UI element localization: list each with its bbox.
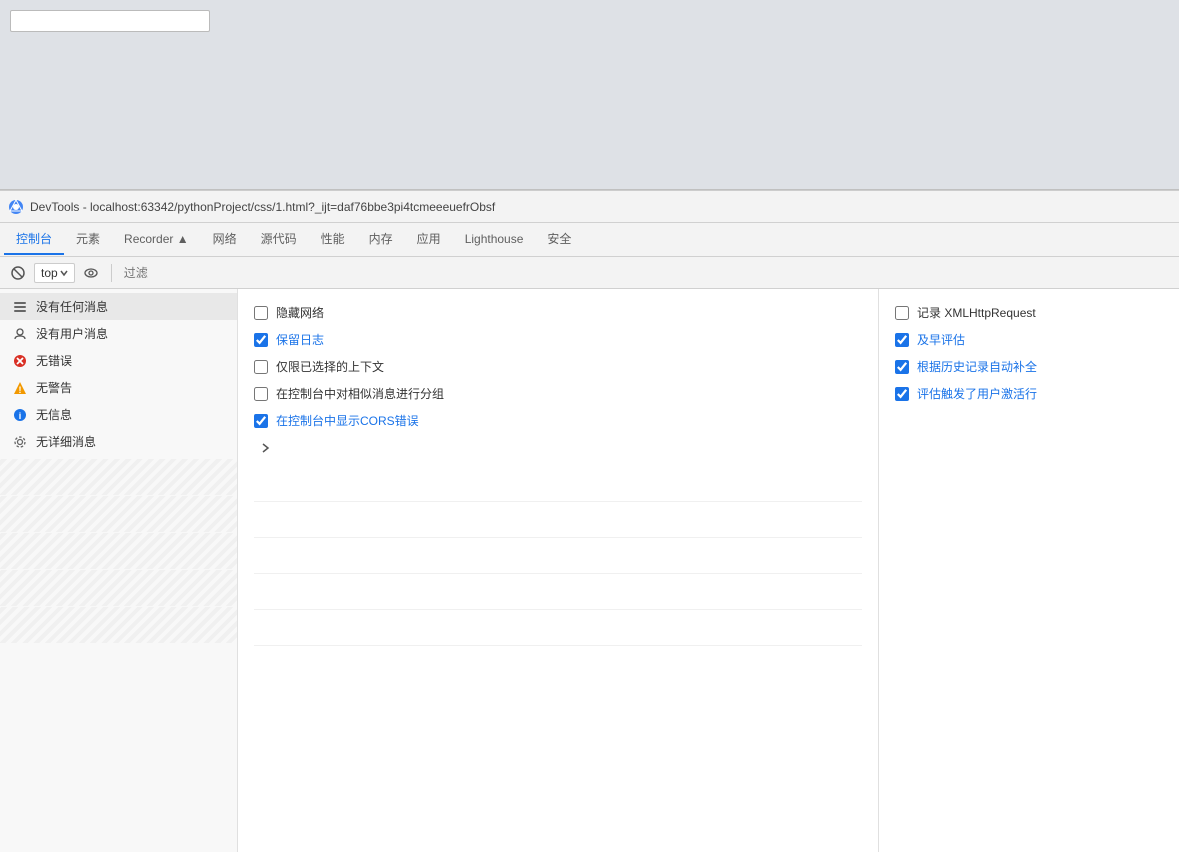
user-message-icon <box>13 327 27 341</box>
console-content: 隐藏网络 保留日志 仅限已选择的上下文 在控制台中对相似消息进行分组 <box>238 289 1179 852</box>
clear-console-button[interactable] <box>6 261 30 285</box>
toolbar-separator <box>111 264 112 282</box>
chevron-down-icon <box>60 269 68 277</box>
expand-button[interactable] <box>256 438 276 458</box>
tab-memory[interactable]: 内存 <box>357 224 405 255</box>
chrome-logo-icon <box>8 199 24 215</box>
ban-icon <box>11 266 25 280</box>
autocomplete-history-checkbox[interactable] <box>895 360 909 374</box>
list-icon <box>12 299 28 315</box>
browser-chrome <box>0 0 1179 190</box>
preserve-log-row: 保留日志 <box>254 326 862 353</box>
info-circle-icon: i <box>13 408 27 422</box>
selected-context-row: 仅限已选择的上下文 <box>254 353 862 380</box>
sidebar-item-warnings[interactable]: ! 无警告 <box>0 374 237 401</box>
sidebar-all-label: 没有任何消息 <box>36 298 108 315</box>
sidebar-item-errors[interactable]: 无错误 <box>0 347 237 374</box>
preserve-log-label: 保留日志 <box>276 331 324 348</box>
sidebar-info-label: 无信息 <box>36 406 72 423</box>
hide-network-row: 隐藏网络 <box>254 299 862 326</box>
preserve-log-checkbox[interactable] <box>254 333 268 347</box>
sidebar-item-verbose[interactable]: 无详细消息 <box>0 428 237 455</box>
devtools-title: DevTools - localhost:63342/pythonProject… <box>30 200 495 214</box>
user-icon <box>12 326 28 342</box>
devtools-tabs: 控制台 元素 Recorder ▲ 网络 源代码 性能 内存 应用 Lighth… <box>0 223 1179 257</box>
user-activation-checkbox[interactable] <box>895 387 909 401</box>
svg-text:!: ! <box>19 385 22 395</box>
chevron-right-icon <box>260 442 272 454</box>
tab-security[interactable]: 安全 <box>535 224 583 255</box>
tab-console[interactable]: 控制台 <box>4 224 64 255</box>
verbose-icon <box>12 434 28 450</box>
sidebar-item-user[interactable]: 没有用户消息 <box>0 320 237 347</box>
tab-elements[interactable]: 元素 <box>64 224 112 255</box>
sidebar-empty <box>0 459 237 643</box>
info-icon: i <box>12 407 28 423</box>
custom-formatters-button[interactable] <box>79 261 103 285</box>
address-bar[interactable] <box>10 10 210 32</box>
gear-icon <box>13 435 27 449</box>
tab-application[interactable]: 应用 <box>405 224 453 255</box>
warning-icon: ! <box>12 380 28 396</box>
eager-eval-row: 及早评估 <box>895 326 1163 353</box>
context-selector[interactable]: top <box>34 263 75 283</box>
group-similar-row: 在控制台中对相似消息进行分组 <box>254 380 862 407</box>
autocomplete-history-row: 根据历史记录自动补全 <box>895 353 1163 380</box>
error-circle-icon <box>13 354 27 368</box>
sidebar-user-label: 没有用户消息 <box>36 325 108 342</box>
devtools-window: DevTools - localhost:63342/pythonProject… <box>0 190 1179 852</box>
cors-errors-label: 在控制台中显示CORS错误 <box>276 412 419 429</box>
eager-eval-label: 及早评估 <box>917 331 965 348</box>
tab-recorder[interactable]: Recorder ▲ <box>112 226 201 254</box>
sidebar-warnings-label: 无警告 <box>36 379 72 396</box>
group-similar-label: 在控制台中对相似消息进行分组 <box>276 385 444 402</box>
eye-icon <box>84 268 98 278</box>
all-messages-icon <box>13 300 27 314</box>
console-sidebar: 没有任何消息 没有用户消息 <box>0 289 238 852</box>
filter-input[interactable] <box>120 264 1173 282</box>
selected-context-checkbox[interactable] <box>254 360 268 374</box>
sidebar-verbose-label: 无详细消息 <box>36 433 96 450</box>
tab-lighthouse[interactable]: Lighthouse <box>453 226 536 254</box>
sidebar-errors-label: 无错误 <box>36 352 72 369</box>
sidebar-item-all[interactable]: 没有任何消息 <box>0 293 237 320</box>
cors-errors-row: 在控制台中显示CORS错误 <box>254 407 862 434</box>
top-label: top <box>41 266 58 280</box>
log-xhr-row: 记录 XMLHttpRequest <box>895 299 1163 326</box>
tab-performance[interactable]: 性能 <box>309 224 357 255</box>
warning-triangle-icon: ! <box>13 381 27 395</box>
group-similar-checkbox[interactable] <box>254 387 268 401</box>
hide-network-label: 隐藏网络 <box>276 304 324 321</box>
right-checkboxes-panel: 记录 XMLHttpRequest 及早评估 根据历史记录自动补全 评估触发了用… <box>879 289 1179 852</box>
devtools-toolbar: top <box>0 257 1179 289</box>
user-activation-row: 评估触发了用户激活行 <box>895 380 1163 407</box>
selected-context-label: 仅限已选择的上下文 <box>276 358 384 375</box>
tab-sources[interactable]: 源代码 <box>249 224 309 255</box>
left-checkboxes-panel: 隐藏网络 保留日志 仅限已选择的上下文 在控制台中对相似消息进行分组 <box>238 289 879 852</box>
log-xhr-label: 记录 XMLHttpRequest <box>917 304 1036 321</box>
svg-text:i: i <box>19 411 22 421</box>
devtools-titlebar: DevTools - localhost:63342/pythonProject… <box>0 191 1179 223</box>
eager-eval-checkbox[interactable] <box>895 333 909 347</box>
autocomplete-history-label: 根据历史记录自动补全 <box>917 358 1037 375</box>
tab-network[interactable]: 网络 <box>201 224 249 255</box>
cors-errors-checkbox[interactable] <box>254 414 268 428</box>
sidebar-item-info[interactable]: i 无信息 <box>0 401 237 428</box>
log-xhr-checkbox[interactable] <box>895 306 909 320</box>
user-activation-label: 评估触发了用户激活行 <box>917 385 1037 402</box>
hide-network-checkbox[interactable] <box>254 306 268 320</box>
devtools-main: 没有任何消息 没有用户消息 <box>0 289 1179 852</box>
empty-rows <box>254 466 862 646</box>
error-icon <box>12 353 28 369</box>
